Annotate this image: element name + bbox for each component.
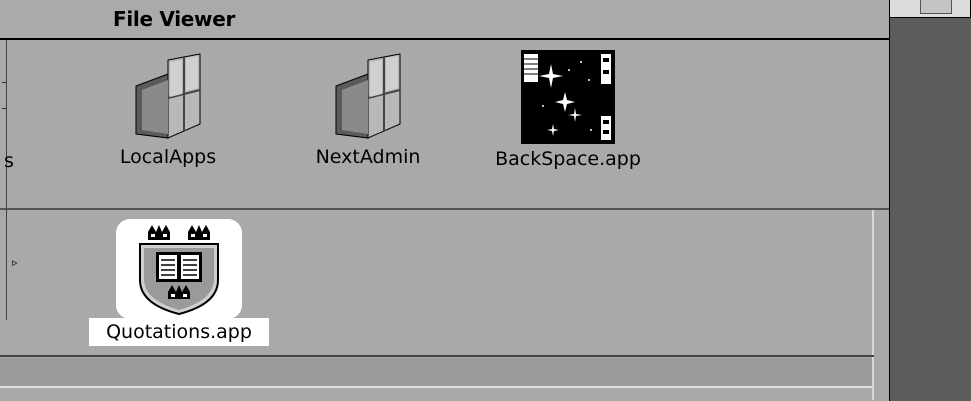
window-title: File Viewer [113,7,236,31]
clipped-shelf-label: s [4,150,14,172]
title-bar[interactable]: File Viewer [0,0,889,40]
selected-item-label[interactable]: Quotations.app [89,318,269,346]
desktop-backdrop [890,0,971,401]
browser-edge [872,210,874,400]
shelf-item-label: NextAdmin [315,146,421,168]
folder-icon [335,53,401,139]
browser-divider [0,355,874,357]
shelf-item-backspace-app[interactable]: BackSpace.app [483,50,653,170]
file-viewer-window: File Viewer s LocalApps NextAdmin BackSp… [0,0,890,401]
folder-icon [135,53,201,139]
shelf-item-nextadmin[interactable]: NextAdmin [303,50,433,168]
shelf-item-label: LocalApps [119,146,217,168]
shelf-item-label: BackSpace.app [495,148,641,170]
scroll-tick [2,108,7,109]
scroll-tick [2,82,7,83]
mini-window-box [920,0,952,14]
quotations-app-icon [139,225,219,316]
horizontal-scroller[interactable] [0,358,872,388]
shelf-item-localapps[interactable]: LocalApps [103,50,233,168]
selected-item-highlight[interactable] [116,219,242,319]
branch-arrow-icon[interactable]: ▹ [12,256,18,269]
backspace-app-icon [521,50,615,144]
